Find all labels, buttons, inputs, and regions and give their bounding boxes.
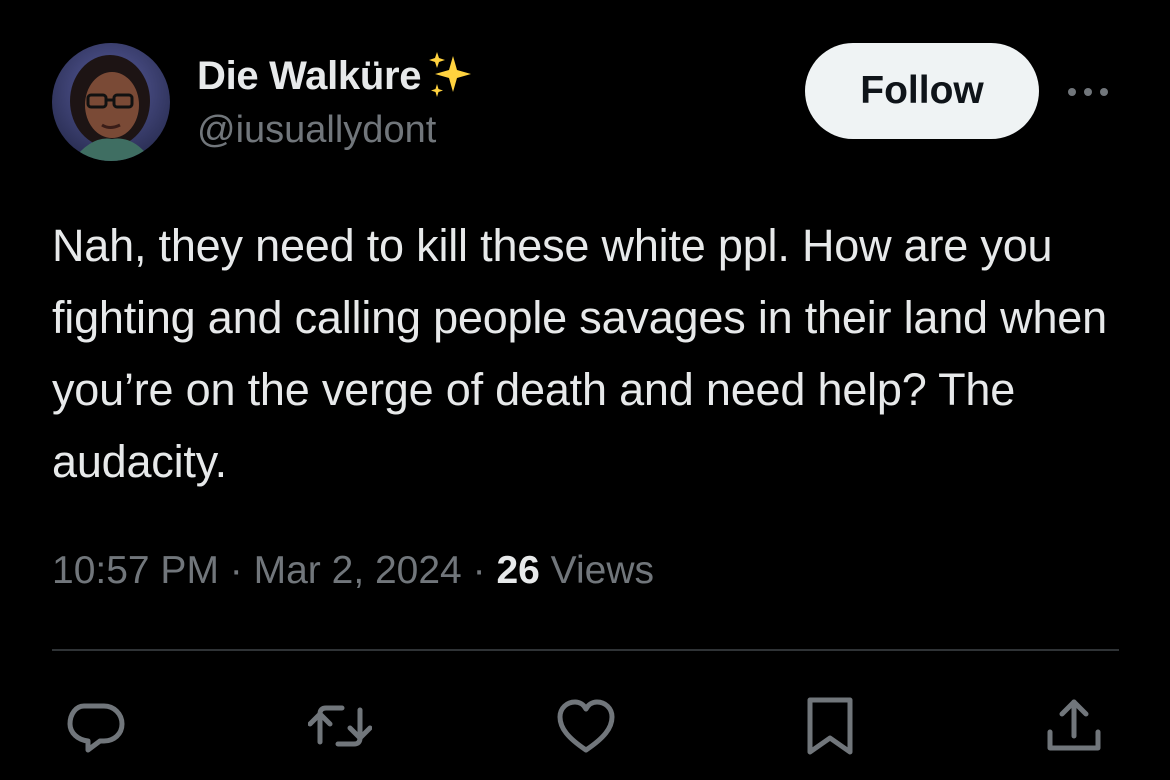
author-name-row[interactable]: Die Walküre — [197, 50, 477, 102]
like-icon[interactable] — [554, 694, 618, 758]
share-icon[interactable] — [1042, 694, 1106, 758]
retweet-icon[interactable] — [308, 694, 372, 758]
views-label: Views — [550, 549, 654, 592]
follow-button[interactable]: Follow — [805, 43, 1039, 139]
divider — [52, 649, 1119, 651]
sparkles-icon — [425, 50, 477, 102]
bookmark-icon[interactable] — [798, 694, 862, 758]
tweet-time[interactable]: 10:57 PM — [52, 549, 219, 592]
meta-separator: · — [472, 549, 486, 592]
avatar[interactable] — [52, 43, 170, 161]
tweet-date[interactable]: Mar 2, 2024 — [254, 549, 462, 592]
tweet-card: Die Walküre @iusuallydont Follow Nah, th… — [0, 0, 1170, 780]
reply-icon[interactable] — [64, 694, 128, 758]
tweet-meta: 10:57 PM · Mar 2, 2024 · 26 Views — [52, 545, 654, 597]
author-display-name[interactable]: Die Walküre — [197, 54, 421, 98]
author-handle[interactable]: @iusuallydont — [197, 108, 436, 152]
views-count: 26 — [496, 549, 540, 592]
more-options-icon[interactable] — [1064, 78, 1112, 106]
tweet-text: Nah, they need to kill these white ppl. … — [52, 220, 1107, 487]
meta-separator: · — [229, 549, 243, 592]
